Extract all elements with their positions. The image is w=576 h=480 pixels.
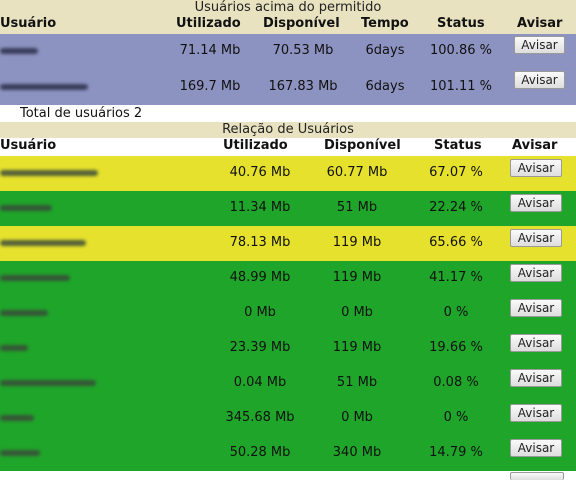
user-row: 40.76 Mb 60.77 Mb 67.07 % Avisar (0, 156, 576, 191)
available-value: 0 Mb (341, 305, 373, 320)
header-notify: Avisar (512, 138, 558, 153)
avisar-button[interactable]: Avisar (510, 229, 562, 247)
blurred-username (0, 450, 40, 456)
used-value: 345.68 Mb (225, 410, 295, 425)
used-value: 48.99 Mb (229, 270, 291, 285)
header-notify: Avisar (517, 16, 563, 31)
users-header-row: Usuário Utilizado Disponível Status Avis… (0, 138, 576, 156)
avisar-button[interactable]: Avisar (510, 404, 562, 422)
header-used: Utilizado (223, 138, 288, 153)
time-value: 6days (365, 43, 405, 58)
available-value: 51 Mb (336, 375, 378, 390)
total-users-label: Total de usuários 2 (20, 106, 143, 121)
blurred-username (0, 380, 96, 386)
status-value: 65.66 % (429, 235, 483, 250)
avisar-button[interactable]: Avisar (510, 369, 562, 387)
used-value: 0 Mb (244, 305, 276, 320)
over-limit-title: Usuários acima do permitido (0, 0, 576, 16)
avisar-button[interactable]: Avisar (510, 299, 562, 317)
available-value: 119 Mb (332, 235, 382, 250)
status-value: 41.17 % (429, 270, 483, 285)
available-value: 119 Mb (332, 340, 382, 355)
blurred-username (0, 345, 28, 351)
used-value: 11.34 Mb (229, 200, 291, 215)
used-value: 40.76 Mb (229, 165, 291, 180)
status-value: 0.08 % (433, 375, 479, 390)
blurred-username (0, 240, 86, 246)
user-row: 0.04 Mb 51 Mb 0.08 % Avisar (0, 366, 576, 401)
user-row: 0 Mb 0 Mb 0 % Avisar (0, 296, 576, 331)
status-value: 14.79 % (429, 445, 483, 460)
avisar-button[interactable]: Avisar (510, 334, 562, 352)
header-available: Disponível (263, 16, 340, 31)
time-value: 6days (365, 79, 405, 94)
status-value: 0 % (443, 410, 469, 425)
used-value: 78.13 Mb (229, 235, 291, 250)
status-value: 0 % (443, 305, 469, 320)
status-value: 101.11 % (430, 79, 492, 94)
available-value: 70.53 Mb (272, 43, 334, 58)
header-available: Disponível (324, 138, 401, 153)
avisar-button[interactable]: Avisar (514, 71, 565, 89)
available-value: 0 Mb (341, 410, 373, 425)
user-row: 78.13 Mb 119 Mb 65.66 % Avisar (0, 226, 576, 261)
header-time: Tempo (361, 16, 409, 31)
blurred-username (0, 84, 88, 90)
header-user: Usuário (0, 138, 57, 153)
blurred-username (0, 275, 70, 281)
status-value: 67.07 % (429, 165, 483, 180)
status-value: 19.66 % (429, 340, 483, 355)
header-status: Status (437, 16, 485, 31)
available-value: 119 Mb (332, 270, 382, 285)
over-limit-header-row: Usuário Utilizado Disponível Tempo Statu… (0, 16, 576, 34)
user-row: 11.34 Mb 51 Mb 22.24 % Avisar (0, 191, 576, 226)
used-value: 169.7 Mb (179, 79, 241, 94)
status-value: 100.86 % (430, 43, 492, 58)
avisar-button[interactable]: Avisar (510, 194, 562, 212)
avisar-button[interactable]: Avisar (510, 159, 562, 177)
avisar-button[interactable]: Avisar (514, 36, 565, 54)
used-value: 23.39 Mb (229, 340, 291, 355)
blurred-username (0, 205, 52, 211)
user-row: 23.39 Mb 119 Mb 19.66 % Avisar (0, 331, 576, 366)
user-row: 345.68 Mb 0 Mb 0 % Avisar (0, 401, 576, 436)
available-value: 51 Mb (336, 200, 378, 215)
blurred-username (0, 170, 98, 176)
avisar-button[interactable]: Avisar (510, 264, 562, 282)
blurred-username (0, 310, 48, 316)
available-value: 60.77 Mb (326, 165, 388, 180)
over-limit-row: 71.14 Mb 70.53 Mb 6days 100.86 % Avisar (0, 34, 576, 69)
header-status: Status (434, 138, 482, 153)
blurred-username (0, 48, 38, 54)
used-value: 50.28 Mb (229, 445, 291, 460)
blurred-username (0, 415, 34, 421)
used-value: 71.14 Mb (179, 43, 241, 58)
user-row: 48.99 Mb 119 Mb 41.17 % Avisar (0, 261, 576, 296)
header-user: Usuário (0, 16, 57, 31)
available-value: 167.83 Mb (268, 79, 338, 94)
user-row: 50.28 Mb 340 Mb 14.79 % Avisar (0, 436, 576, 471)
header-used: Utilizado (176, 16, 241, 31)
avisar-button[interactable]: Avisar (510, 439, 562, 457)
used-value: 0.04 Mb (233, 375, 287, 390)
over-limit-row: 169.7 Mb 167.83 Mb 6days 101.11 % Avisar (0, 69, 576, 105)
status-value: 22.24 % (429, 200, 483, 215)
available-value: 340 Mb (332, 445, 382, 460)
users-list-title: Relação de Usuários (0, 122, 576, 138)
